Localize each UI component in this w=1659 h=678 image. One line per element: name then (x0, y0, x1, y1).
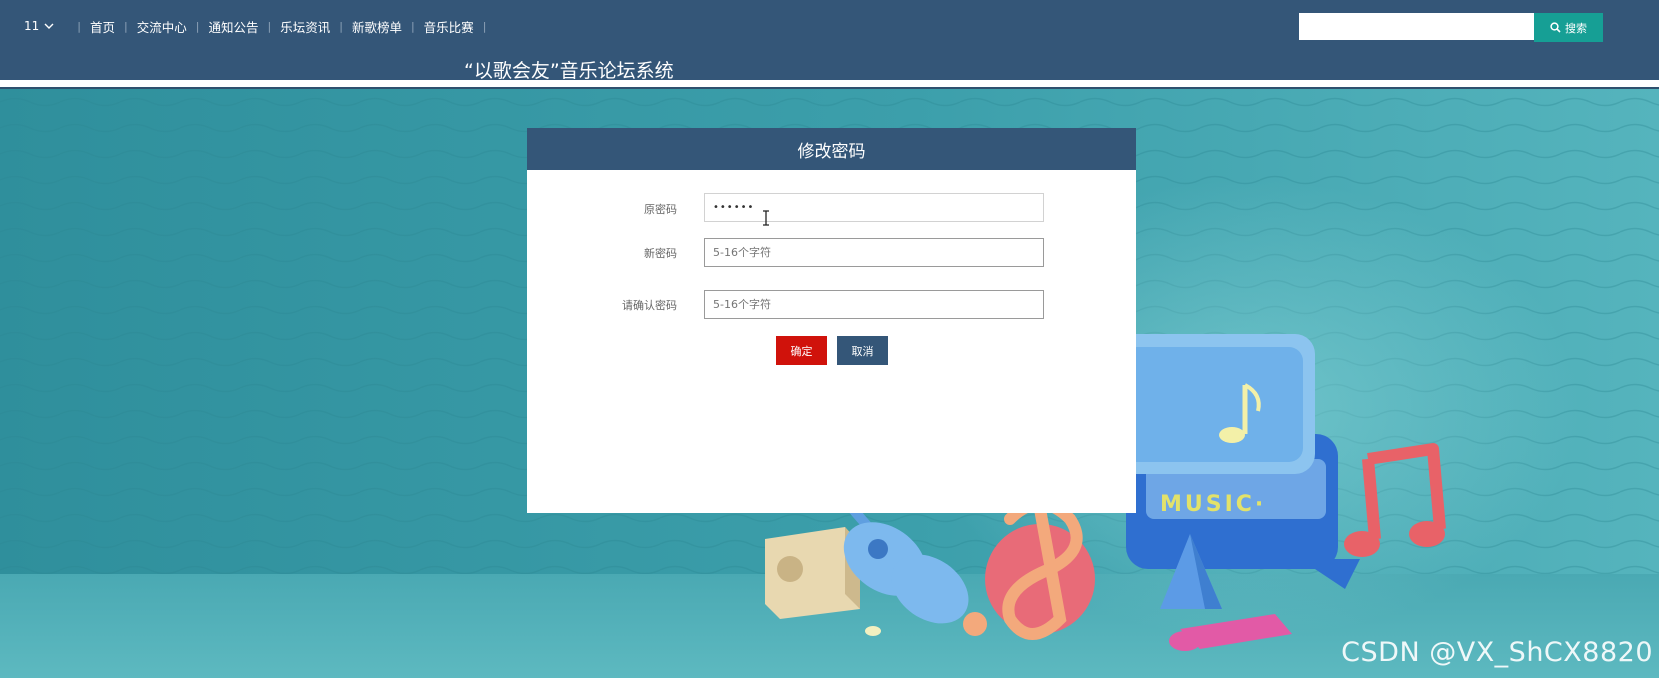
search-button[interactable]: 搜索 (1534, 13, 1603, 42)
music-sign-text: MUSIC· (1160, 492, 1266, 517)
text-cursor-icon (763, 210, 769, 226)
nav-separator: | (267, 19, 272, 33)
card-header: 修改密码 (527, 128, 1136, 170)
nav-item-charts[interactable]: 新歌榜单 (352, 17, 402, 36)
card-title: 修改密码 (797, 141, 866, 162)
confirm-button[interactable]: 确定 (776, 336, 827, 365)
nav-item-forum[interactable]: 交流中心 (137, 17, 187, 36)
nav-separator: | (339, 19, 343, 33)
nav-item-contests[interactable]: 音乐比赛 (424, 17, 474, 36)
nav-item-news[interactable]: 乐坛资讯 (280, 17, 330, 36)
user-menu-label: 11 (24, 19, 40, 33)
nav-separator: | (195, 19, 200, 33)
confirm-password-input[interactable] (704, 290, 1044, 319)
cancel-button[interactable]: 取消 (837, 336, 888, 365)
new-password-label: 新密码 (644, 247, 677, 260)
chevron-down-icon (44, 23, 54, 29)
site-title: “以歌会友”音乐论坛系统 (464, 60, 674, 82)
search-icon (1550, 22, 1561, 33)
new-password-input[interactable] (704, 238, 1044, 267)
top-nav: 11 | 首页 | 交流中心 | 通知公告 | 乐坛资讯 | 新歌榜单 | 音乐… (24, 16, 495, 36)
nav-item-notices[interactable]: 通知公告 (208, 17, 258, 36)
old-password-label: 原密码 (644, 203, 677, 216)
nav-separator: | (482, 19, 487, 33)
nav-separator: | (124, 19, 128, 33)
old-password-input[interactable] (704, 193, 1044, 222)
user-menu[interactable]: 11 (24, 19, 54, 33)
search-button-label: 搜索 (1565, 22, 1587, 35)
nav-separator: | (410, 19, 415, 33)
confirm-password-label: 请确认密码 (622, 299, 677, 312)
search-input[interactable] (1299, 13, 1534, 40)
watermark: CSDN @VX_ShCX8820 (1341, 637, 1653, 668)
header-divider (0, 80, 1659, 87)
change-password-card: 修改密码 原密码 新密码 请确认密码 确定 取消 (527, 128, 1136, 513)
nav-separator: | (77, 19, 81, 33)
nav-item-home[interactable]: 首页 (90, 17, 115, 36)
top-header: 11 | 首页 | 交流中心 | 通知公告 | 乐坛资讯 | 新歌榜单 | 音乐… (0, 0, 1659, 82)
